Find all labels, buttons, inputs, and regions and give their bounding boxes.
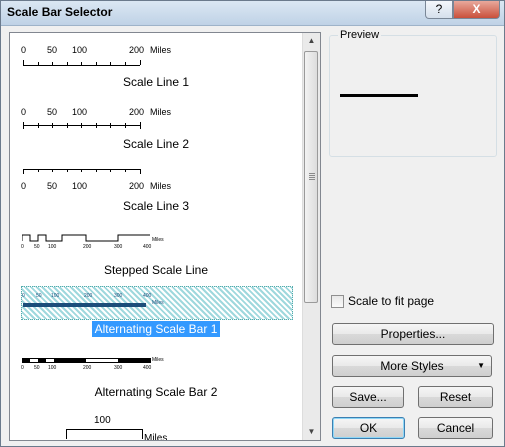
list-item[interactable]: 0 50 100 200 Miles Scale Line 1 — [10, 33, 302, 95]
item-label-wrap: Alternating Scale Bar 1 — [10, 321, 302, 337]
item-label: Alternating Scale Bar 2 — [94, 385, 218, 399]
preview-group: Preview — [329, 29, 497, 157]
tick-label: Miles — [150, 107, 172, 117]
list-item[interactable]: 0 50 100 200 300 400 Miles Alternating S… — [10, 343, 302, 405]
tick-label: 200 — [84, 293, 93, 299]
tick-label: 0 — [21, 181, 27, 191]
list-item[interactable]: 100 Miles — [10, 405, 302, 441]
preview-legend: Preview — [338, 29, 382, 41]
more-styles-label: More Styles — [380, 359, 444, 373]
tick-label: 300 — [114, 293, 123, 299]
save-button[interactable]: Save... — [332, 386, 404, 408]
item-label: Alternating Scale Bar 1 — [91, 321, 221, 337]
tick-label: Miles — [152, 300, 164, 306]
list-item-selected[interactable]: 0 50 100 200 300 400 Miles Alternating S… — [10, 281, 302, 343]
scroll-down-icon[interactable]: ▼ — [303, 424, 320, 440]
list-item[interactable]: 0 50 100 200 300 400 Miles Stepped Scale… — [10, 219, 302, 281]
title-bar: Scale Bar Selector ? X — [1, 1, 504, 26]
tick-label: Miles — [144, 433, 168, 441]
tick-label: 400 — [143, 244, 152, 250]
tick-label: 200 — [129, 181, 145, 191]
item-label: Stepped Scale Line — [103, 263, 209, 277]
tick-label: 300 — [114, 365, 123, 371]
tick-label: 50 — [47, 181, 58, 191]
tick-label: 50 — [34, 244, 40, 250]
tick-label: 0 — [21, 244, 24, 250]
tick-label: 0 — [21, 365, 24, 371]
tick-label: 0 — [21, 107, 27, 117]
chevron-down-icon: ▼ — [477, 361, 485, 370]
dialog-window: Scale Bar Selector ? X 0 50 100 200 Mile… — [0, 0, 505, 447]
properties-button[interactable]: Properties... — [332, 323, 494, 345]
cancel-button[interactable]: Cancel — [418, 417, 493, 439]
tick-label: 200 — [83, 365, 92, 371]
scale-to-fit-checkbox[interactable] — [331, 295, 344, 308]
stepped-line-graphic — [22, 234, 150, 242]
tick-label: 100 — [94, 415, 111, 426]
scroll-up-icon[interactable]: ▲ — [303, 33, 320, 49]
tick-label: 0 — [22, 293, 25, 299]
item-label: Scale Line 3 — [122, 199, 190, 213]
tick-label: 100 — [48, 244, 57, 250]
tick-label: 50 — [47, 45, 58, 55]
alternating-bar-graphic — [22, 358, 151, 363]
tick-label: 50 — [34, 365, 40, 371]
tick-label: Miles — [152, 357, 164, 363]
tick-label: 100 — [72, 45, 88, 55]
scale-bar-list[interactable]: 0 50 100 200 Miles Scale Line 1 0 50 100… — [9, 32, 321, 441]
item-label: Scale Line 2 — [122, 137, 190, 151]
tick-label: 100 — [72, 181, 88, 191]
options-panel: Preview Scale to fit page Properties... … — [323, 25, 503, 445]
tick-label: 100 — [48, 365, 57, 371]
tick-label: 50 — [47, 107, 58, 117]
vertical-scrollbar[interactable]: ▲ ▼ — [302, 33, 320, 440]
list-item[interactable]: 0 50 100 200 Miles Scale Line 2 — [10, 95, 302, 157]
dialog-title: Scale Bar Selector — [7, 5, 113, 19]
reset-button[interactable]: Reset — [418, 386, 493, 408]
tick-label: 200 — [129, 45, 145, 55]
scale-line — [23, 65, 140, 66]
list-item[interactable]: 0 50 100 200 Miles Scale Line 3 — [10, 157, 302, 219]
tick-label: 200 — [83, 244, 92, 250]
tick-label: 50 — [36, 293, 42, 299]
close-button[interactable]: X — [453, 1, 500, 19]
tick-label: 300 — [114, 244, 123, 250]
item-label: Scale Line 1 — [122, 75, 190, 89]
preview-scale-bar — [340, 94, 418, 97]
tick-label: 100 — [51, 293, 60, 299]
tick-label: 200 — [129, 107, 145, 117]
scroll-thumb[interactable] — [304, 51, 318, 303]
tick-label: 400 — [143, 365, 152, 371]
ok-button[interactable]: OK — [332, 417, 405, 439]
tick-label: Miles — [150, 45, 172, 55]
help-button[interactable]: ? — [425, 1, 453, 19]
tick-label: 0 — [21, 45, 27, 55]
more-styles-dropdown[interactable]: More Styles ▼ — [332, 355, 492, 377]
tick-label: Miles — [150, 181, 172, 191]
tick-label: 400 — [143, 293, 152, 299]
alternating-bar-graphic — [23, 303, 146, 307]
tick-label: 100 — [72, 107, 88, 117]
scale-to-fit-label[interactable]: Scale to fit page — [348, 294, 434, 308]
tick-label: Miles — [152, 237, 164, 243]
